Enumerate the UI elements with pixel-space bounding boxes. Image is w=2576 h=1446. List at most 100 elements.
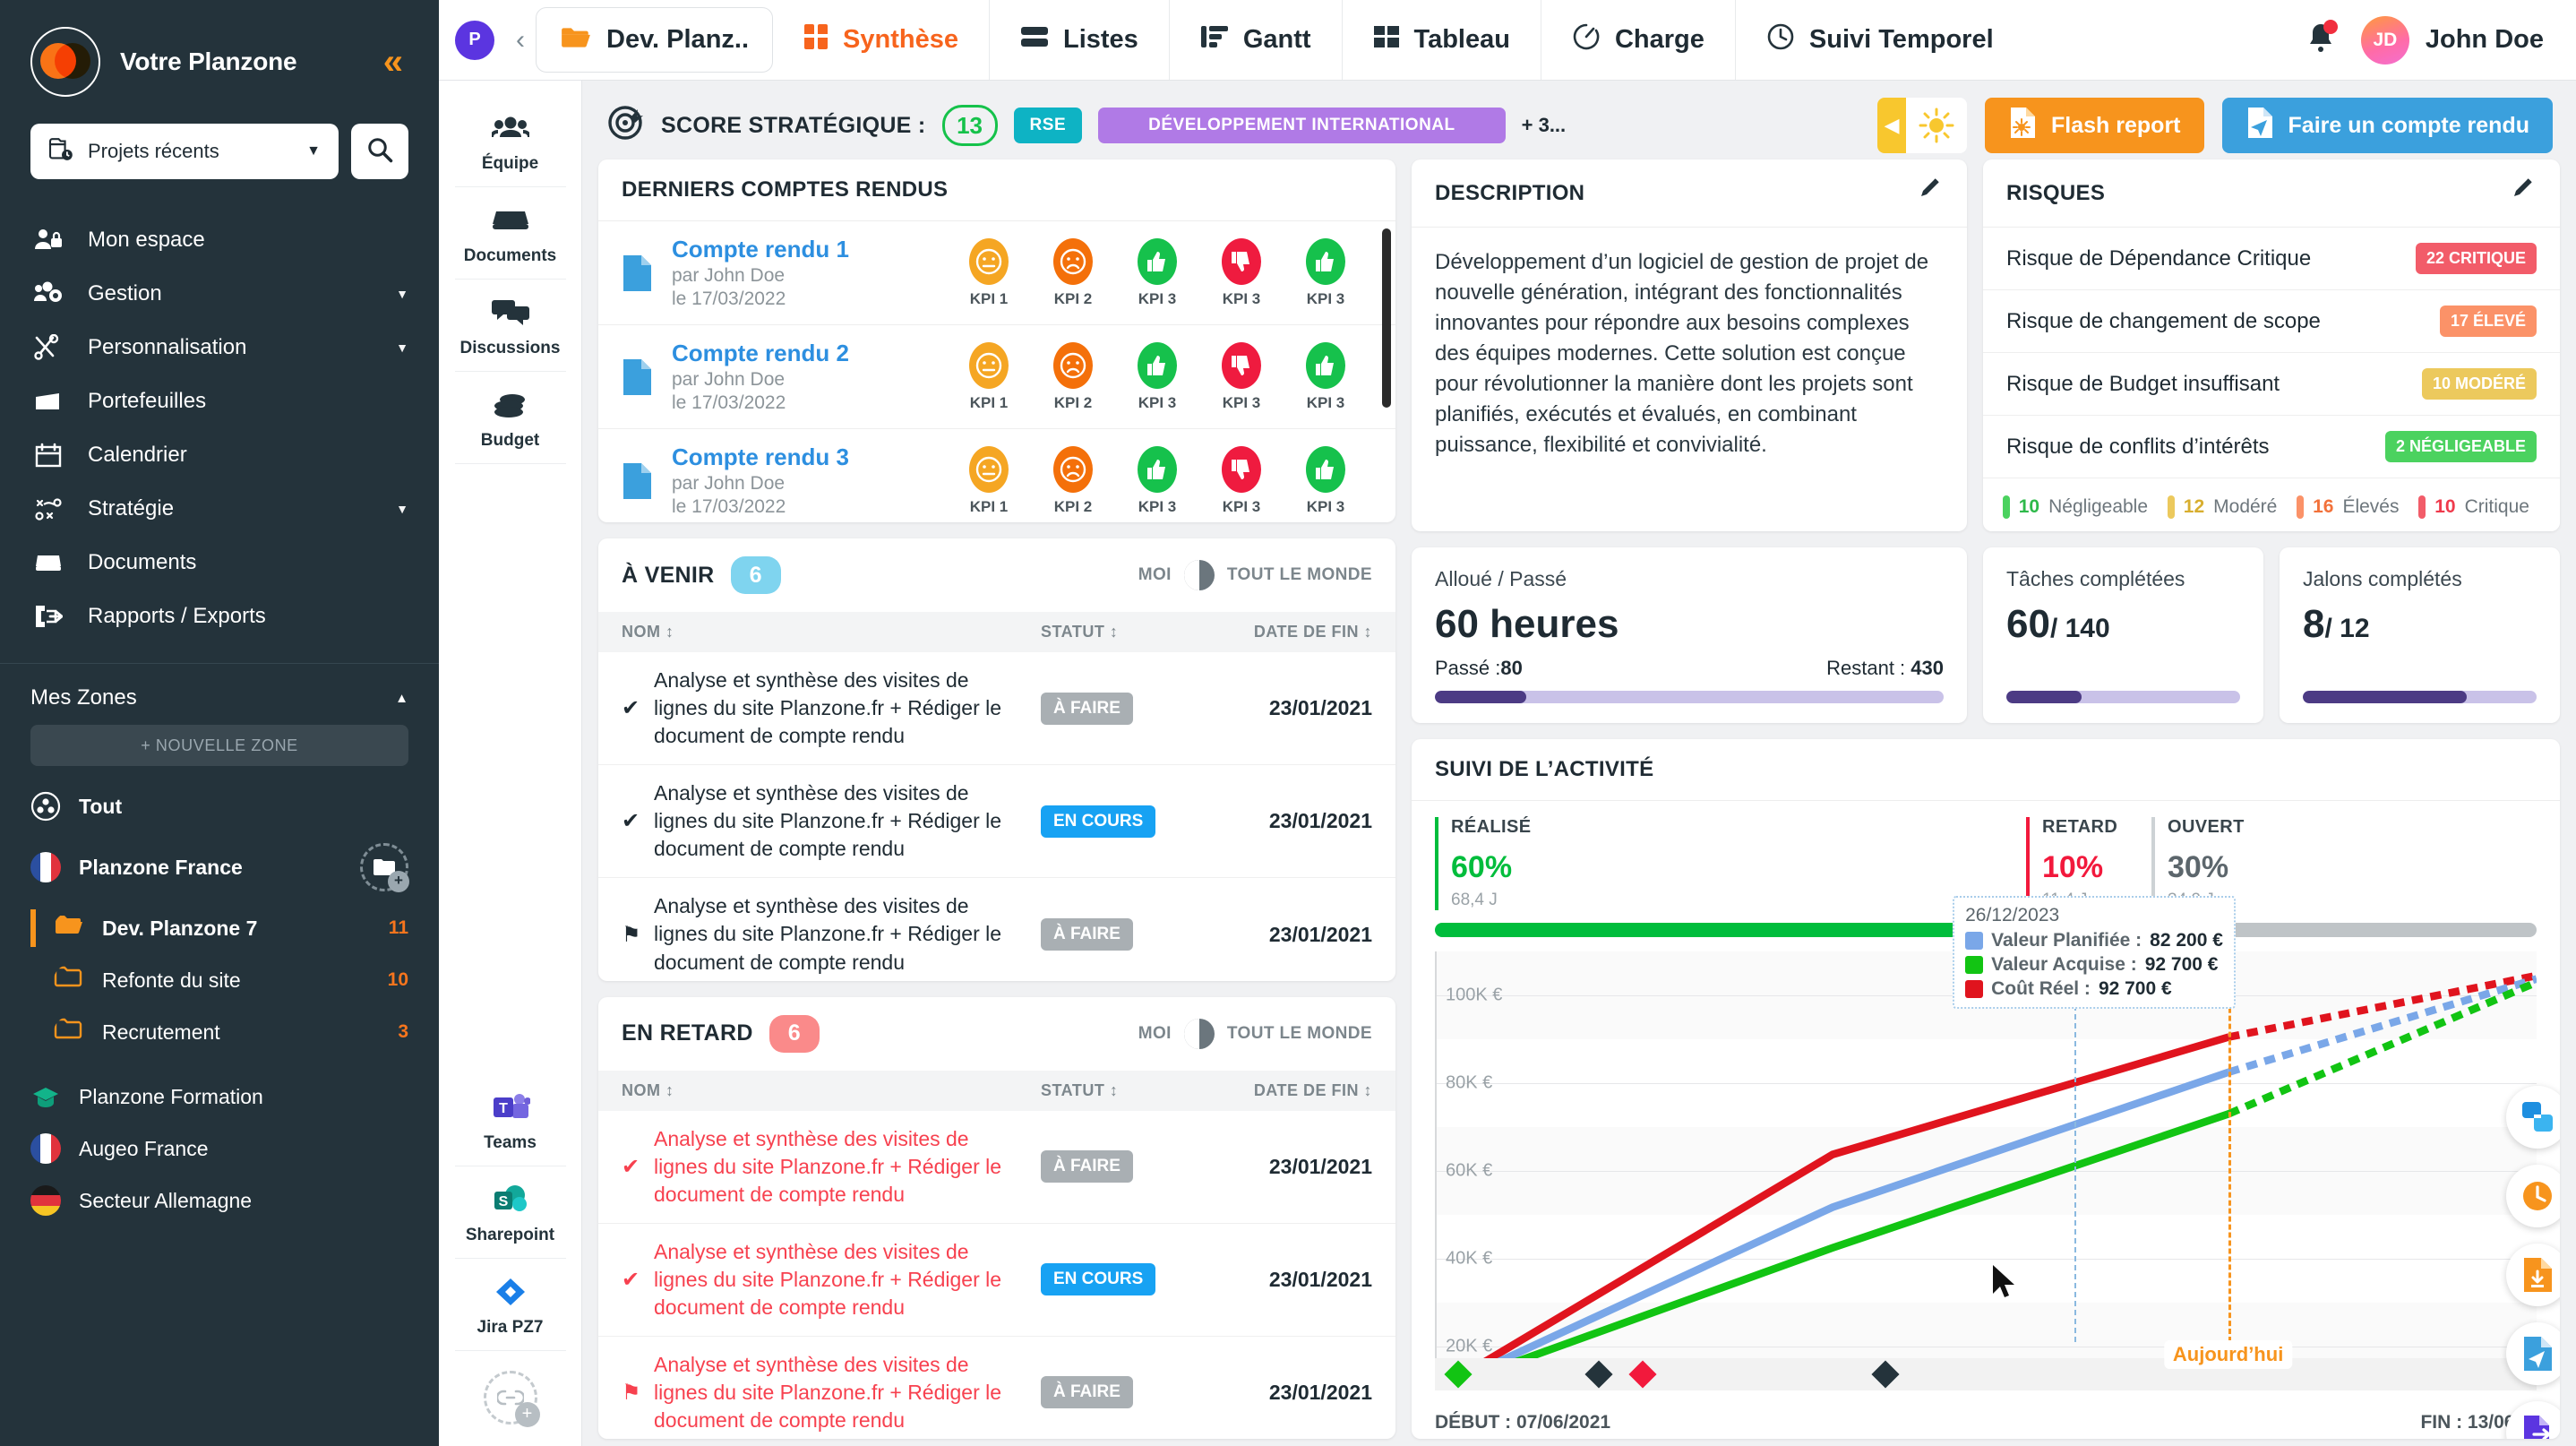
toggle-switch[interactable] [1183,1018,1215,1049]
report-row[interactable]: Compte rendu 1 par John Doe le 17/03/202… [598,221,1395,325]
table-row[interactable]: ✔ Analyse et synthèse des visites de lig… [598,1224,1395,1337]
column-header-date[interactable]: DATE DE FIN ↕ [1211,623,1372,641]
zone-item-secteur-allemagne[interactable]: Secteur Allemagne [0,1175,439,1227]
sidebar-item-strategie[interactable]: Stratégie ▼ [0,482,439,536]
recent-projects-select[interactable]: Projets récents ▼ [30,124,339,179]
user-menu[interactable]: JD John Doe [2360,15,2544,65]
tag-rse[interactable]: RSE [1013,108,1083,143]
milestone-marker[interactable] [1628,1360,1657,1389]
rail-item-documents[interactable]: Documents [454,187,566,280]
send-doc-icon[interactable] [2506,1322,2560,1385]
late-table-header: NOM ↕ STATUT ↕ DATE DE FIN ↕ [598,1070,1395,1111]
milestone-marker[interactable] [1444,1360,1473,1389]
sidebar-item-gestion[interactable]: Gestion ▼ [0,267,439,321]
late-scope-toggle[interactable]: MOI TOUT LE MONDE [1138,1018,1372,1049]
rail-item-discussions[interactable]: Discussions [454,280,566,372]
table-row[interactable]: ⚑ Analyse et synthèse des visites de lig… [598,878,1395,980]
sidebar-item-personnalisation[interactable]: Personnalisation ▼ [0,321,439,374]
pencil-icon[interactable] [1919,177,1944,209]
neutral-face-icon [969,445,1009,493]
tab-gantt[interactable]: Gantt [1168,0,1342,80]
add-folder-button[interactable]: + [360,843,409,892]
rail-item-sharepoint[interactable]: S Sharepoint [454,1166,566,1259]
search-button[interactable] [351,124,408,179]
tab-charge[interactable]: Charge [1540,0,1735,80]
notifications-button[interactable] [2306,20,2338,58]
kpi-value: 8/ 12 [2303,602,2370,646]
tags-more[interactable]: + 3... [1522,114,1567,137]
rail-item-budget[interactable]: Budget [454,372,566,464]
milestone-marker[interactable] [1871,1360,1900,1389]
project-weather-button[interactable]: ◀ [1877,98,1968,153]
column-header-nom[interactable]: NOM ↕ [622,623,1041,641]
zone-item-augeo-france[interactable]: Augeo France [0,1123,439,1175]
tab-suivi-temporel[interactable]: Suivi Temporel [1734,0,2024,80]
report-row[interactable]: Compte rendu 3 par John Doe le 17/03/202… [598,429,1395,522]
evm-chart: 100K € 80K € 60K € 40K € 20K € Aujourd’h… [1435,896,2560,1439]
rail-item-equipe[interactable]: Équipe [454,95,566,187]
table-row[interactable]: ✔ Analyse et synthèse des visites de lig… [598,765,1395,879]
link-add-icon[interactable]: + [483,1371,540,1427]
sidebar-collapse-icon[interactable]: « [383,44,408,80]
kpi-label: KPI 3 [1222,497,1261,515]
table-row[interactable]: ⚑ Analyse et synthèse des visites de lig… [598,1337,1395,1439]
rail-item-teams[interactable]: T Teams [454,1074,566,1166]
kpi-indicator: KPI 3 [1129,445,1186,516]
tab-synthese[interactable]: Synthèse [773,0,989,80]
download-doc-icon[interactable] [2506,1244,2560,1306]
risk-row[interactable]: Risque de Dépendance Critique 22 CRITIQU… [1983,228,2560,290]
report-row[interactable]: Compte rendu 2 par John Doe le 17/03/202… [598,325,1395,429]
workspace-avatar-wrap[interactable]: P [439,0,505,80]
activity-card: SUIVI DE L’ACTIVITÉ RÉALISÉ 60% 68,4 J R… [1412,739,2560,1439]
sidebar-item-rapports-exports[interactable]: Rapports / Exports [0,590,439,643]
risk-row[interactable]: Risque de Budget insuffisant 10 MODÉRÉ [1983,353,2560,416]
risks-title: RISQUES [2006,180,2106,205]
sidebar-item-portefeuilles[interactable]: Portefeuilles [0,374,439,428]
sidebar-item-mon-espace[interactable]: Mon espace [0,213,439,267]
zone-item-planzone-france[interactable]: Planzone France + [0,832,439,902]
plus-icon: + [388,871,409,892]
new-zone-button[interactable]: + NOUVELLE ZONE [30,725,408,766]
export-doc-icon[interactable] [2506,1401,2560,1439]
stat-label: RETARD [2042,817,2118,837]
zone-item-refonte-du-site[interactable]: Refonte du site 10 [0,954,439,1006]
faire-compte-rendu-button[interactable]: Faire un compte rendu [2221,98,2553,153]
tab-listes[interactable]: Listes [988,0,1169,80]
zone-item-dev-planzone-7[interactable]: Dev. Planzone 7 11 [0,902,439,954]
sidebar-item-calendrier[interactable]: Calendrier [0,428,439,482]
column-header-nom[interactable]: NOM ↕ [622,1081,1041,1100]
upcoming-scope-toggle[interactable]: MOI TOUT LE MONDE [1138,560,1372,591]
pencil-icon[interactable] [2512,177,2537,209]
toggle-switch[interactable] [1183,560,1215,591]
column-header-date[interactable]: DATE DE FIN ↕ [1211,1081,1372,1100]
project-selector[interactable]: Dev. Planz.. [536,7,774,73]
report-title[interactable]: Compte rendu 1 [672,236,849,263]
flash-report-button[interactable]: Flash report [1985,98,2204,153]
duplicate-icon[interactable] [2506,1086,2560,1149]
report-title[interactable]: Compte rendu 3 [672,443,849,471]
tab-tableau[interactable]: Tableau [1341,0,1541,80]
table-row[interactable]: ✔ Analyse et synthèse des visites de lig… [598,1111,1395,1224]
task-name: Analyse et synthèse des visites de ligne… [654,894,1002,974]
column-header-statut[interactable]: STATUT ↕ [1041,1081,1211,1100]
time-clock-icon[interactable] [2506,1165,2560,1227]
zone-item-tout[interactable]: Tout [0,780,439,832]
rail-item-jira[interactable]: Jira PZ7 [454,1259,566,1351]
back-chevron-icon[interactable]: ‹ [505,0,536,80]
tag-developpement-international[interactable]: DÉVELOPPEMENT INTERNATIONAL [1098,108,1506,143]
reports-scrollbar[interactable] [1382,228,1391,408]
kpi-restant-label: Restant : [1826,657,1906,679]
zone-item-planzone-formation[interactable]: Planzone Formation [0,1071,439,1123]
report-title[interactable]: Compte rendu 2 [672,340,849,367]
zones-section-header[interactable]: Mes Zones ▲ [0,663,439,718]
zone-item-recrutement[interactable]: Recrutement 3 [0,1006,439,1058]
column-header-statut[interactable]: STATUT ↕ [1041,623,1211,641]
sidebar-item-documents[interactable]: Documents [0,536,439,590]
risk-row[interactable]: Risque de changement de scope 17 ÉLEVÉ [1983,290,2560,353]
zone-item-count: 3 [398,1021,408,1042]
milestone-marker[interactable] [1584,1360,1613,1389]
top-navbar: P ‹ Dev. Planz.. Synthèse Listes Gantt T… [439,0,2576,81]
rail-item-label: Budget [480,431,540,450]
table-row[interactable]: ✔ Analyse et synthèse des visites de lig… [598,652,1395,766]
risk-row[interactable]: Risque de conflits d’intérêts 2 NÉGLIGEA… [1983,416,2560,478]
